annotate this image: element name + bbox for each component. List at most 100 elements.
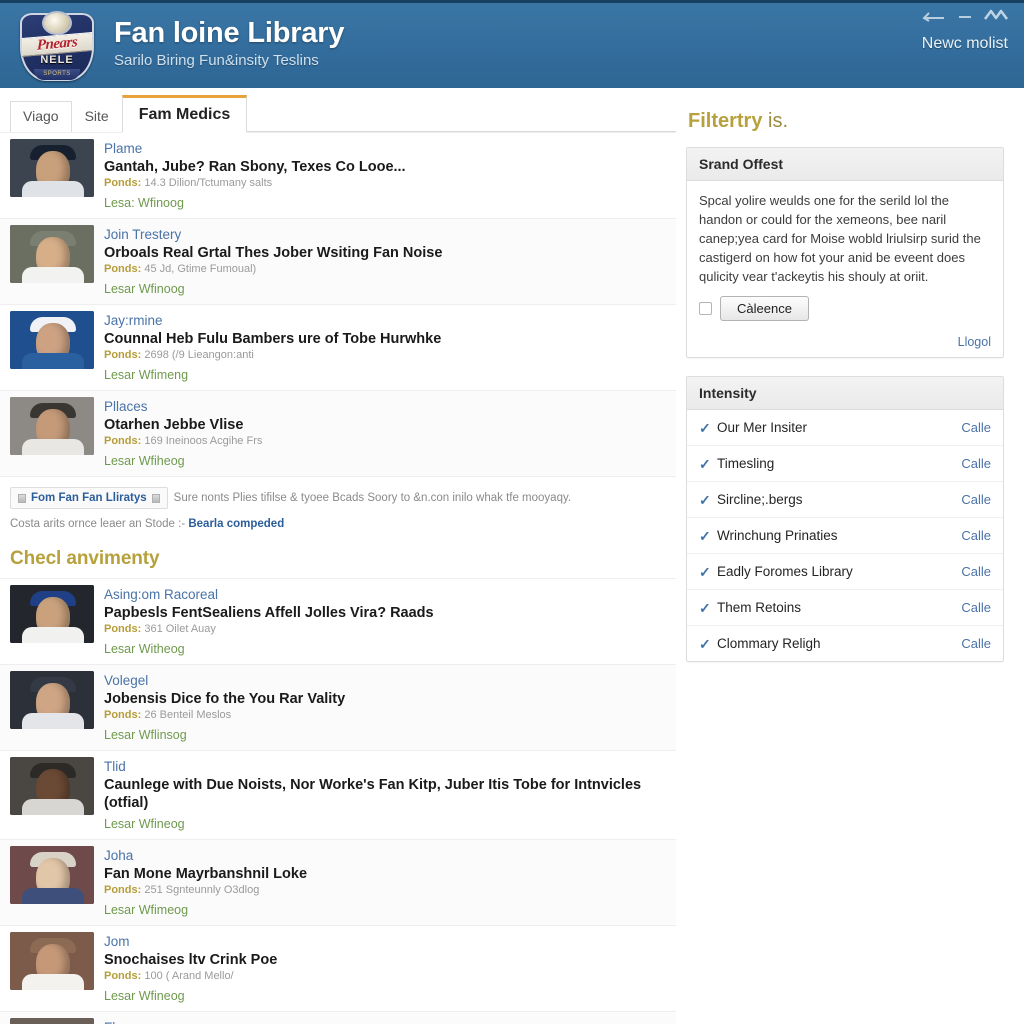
article-meta-key: Ponds: xyxy=(104,709,142,721)
site-logo[interactable]: Pnears NELE SPORTS xyxy=(14,9,100,83)
table-row[interactable]: Jay:rmine Counnal Heb Fulu Bambers ure of… xyxy=(0,305,676,391)
article-meta: Ponds: 26 Benteil Meslos xyxy=(104,708,668,723)
article-title-link[interactable]: Jobensis Dice fo the You Rar Vality xyxy=(104,690,668,708)
table-row[interactable]: Volegel Jobensis Dice fo the You Rar Vali… xyxy=(0,665,676,751)
list-item[interactable]: ✓ Eadly Foromes Library Calle xyxy=(687,554,1003,590)
article-thumbnail[interactable] xyxy=(10,932,94,990)
article-list-primary: Plame Gantah, Jube? Ran Sbony, Texes Co L… xyxy=(0,132,676,477)
article-text-block: Asing:om Racoreal Papbesls FentSealiens A… xyxy=(104,585,668,658)
article-footer-link[interactable]: Lesar Wfinoog xyxy=(104,281,668,298)
article-author-link[interactable]: Join Trestery xyxy=(104,226,668,243)
thumb-body-shape xyxy=(22,627,84,643)
zigzag-icon[interactable] xyxy=(984,9,1008,23)
article-thumbnail[interactable] xyxy=(10,225,94,283)
header-nav-link[interactable]: Newc molist xyxy=(922,35,1008,53)
article-text-block: Plame Gantah, Jube? Ran Sbony, Texes Co L… xyxy=(104,139,668,212)
intensity-item-action[interactable]: Calle xyxy=(961,528,991,543)
sidebar-heading-light: is. xyxy=(768,110,789,132)
tab-fam-medics[interactable]: Fam Medics xyxy=(121,95,248,133)
tab-viago[interactable]: Viago xyxy=(10,101,72,132)
list-item[interactable]: ✓ Sircline;.bergs Calle xyxy=(687,482,1003,518)
offer-panel: Srand Offest Spcal yolire weulds one for… xyxy=(686,147,1004,358)
back-arrow-icon[interactable] xyxy=(922,10,946,22)
article-author-link[interactable]: Pllaces xyxy=(104,398,668,415)
list-item[interactable]: ✓ Our Mer Insiter Calle xyxy=(687,410,1003,446)
table-row[interactable]: Tlid Caunlege with Due Noists, Nor Worke'… xyxy=(0,751,676,840)
offer-panel-title: Srand Offest xyxy=(687,148,1003,181)
table-row[interactable]: Asing:om Racoreal Papbesls FentSealiens A… xyxy=(0,579,676,665)
note-tail-text: Sure nonts Plies tifilse & tyoee Bcads S… xyxy=(173,492,572,504)
article-meta: Ponds: 169 Ineinoos Acgihe Frs xyxy=(104,434,668,449)
table-row[interactable]: Joha Fan Mone Mayrbanshnil Loke Ponds: 251… xyxy=(0,840,676,926)
intensity-item-action[interactable]: Calle xyxy=(961,420,991,435)
note-link[interactable]: Bearla compeded xyxy=(188,518,284,530)
article-thumbnail[interactable] xyxy=(10,846,94,904)
article-title-link[interactable]: Papbesls FentSealiens Affell Jolles Vira… xyxy=(104,604,668,622)
article-thumbnail[interactable] xyxy=(10,397,94,455)
offer-submit-button[interactable]: Càleence xyxy=(720,296,809,321)
intensity-item-action[interactable]: Calle xyxy=(961,492,991,507)
article-footer-link[interactable]: Lesar Wfiheog xyxy=(104,453,668,470)
list-item[interactable]: ✓ Them Retoins Calle xyxy=(687,590,1003,626)
intensity-item-action[interactable]: Calle xyxy=(961,600,991,615)
offer-panel-body: Spcal yolire weulds one for the serild l… xyxy=(687,181,1003,331)
intensity-panel: Intensity ✓ Our Mer Insiter Calle ✓ Timeslin… xyxy=(686,376,1004,662)
article-title-link[interactable]: Caunlege with Due Noists, Nor Worke's Fa… xyxy=(104,776,668,812)
article-thumbnail[interactable] xyxy=(10,671,94,729)
article-author-link[interactable]: Jom xyxy=(104,933,668,950)
article-author-link[interactable]: Joha xyxy=(104,847,668,864)
intensity-item-action[interactable]: Calle xyxy=(961,564,991,579)
offer-checkbox[interactable] xyxy=(699,302,712,315)
check-icon: ✓ xyxy=(699,599,711,616)
article-thumbnail[interactable] xyxy=(10,139,94,197)
article-author-link[interactable]: Asing:om Racoreal xyxy=(104,586,668,603)
table-row[interactable]: Plame Gantah, Jube? Ran Sbony, Texes Co L… xyxy=(0,133,676,219)
page-title: Fan loine Library xyxy=(114,17,345,49)
article-footer-link[interactable]: Lesa: Wfinoog xyxy=(104,195,668,212)
offer-panel-link[interactable]: Llogol xyxy=(958,335,991,349)
intensity-item-label: Them Retoins xyxy=(717,600,802,615)
article-author-link[interactable]: Jay:rmine xyxy=(104,312,668,329)
article-title-link[interactable]: Gantah, Jube? Ran Sbony, Texes Co Looe..… xyxy=(104,158,668,176)
tab-site[interactable]: Site xyxy=(71,101,122,132)
intensity-item-action[interactable]: Calle xyxy=(961,456,991,471)
article-footer-link[interactable]: Lesar Wfimeog xyxy=(104,902,668,919)
intensity-item-list: ✓ Our Mer Insiter Calle ✓ Timesling Calle ✓ Sir… xyxy=(687,410,1003,661)
table-row[interactable]: Pllaces Otarhen Jebbe Vlise Ponds: 169 Ine… xyxy=(0,391,676,477)
app-root: Pnears NELE SPORTS Fan loine Library Sar… xyxy=(0,0,1024,1024)
article-title-link[interactable]: Counnal Heb Fulu Bambers ure of Tobe Hur… xyxy=(104,330,668,348)
article-footer-link[interactable]: Lesar Wfineog xyxy=(104,816,668,833)
table-row[interactable]: Jom Snochaises ltv Crink Poe Ponds: 100 ( … xyxy=(0,926,676,1012)
article-footer-link[interactable]: Lesar Witheog xyxy=(104,641,668,658)
page-tagline: Sarilo Biring Fun&insity Teslins xyxy=(114,52,319,69)
article-author-link[interactable]: Volegel xyxy=(104,672,668,689)
article-footer-link[interactable]: Lesar Wflinsog xyxy=(104,727,668,744)
intensity-item-action[interactable]: Calle xyxy=(961,636,991,651)
article-meta-key: Ponds: xyxy=(104,623,142,635)
article-title-link[interactable]: Snochaises ltv Crink Poe xyxy=(104,951,668,969)
article-title-link[interactable]: Fan Mone Mayrbanshnil Loke xyxy=(104,865,668,883)
article-author-link[interactable]: Plame xyxy=(104,140,668,157)
tab-label: Viago xyxy=(23,108,59,124)
list-item[interactable]: ✓ Wrinchung Prinaties Calle xyxy=(687,518,1003,554)
article-thumbnail[interactable] xyxy=(10,757,94,815)
article-thumbnail[interactable] xyxy=(10,585,94,643)
article-title-link[interactable]: Orboals Real Grtal Thes Jober Wsiting Fa… xyxy=(104,244,668,262)
table-row[interactable]: Join Trestery Orboals Real Grtal Thes Job… xyxy=(0,219,676,305)
article-footer-link[interactable]: Lesar Wfimeng xyxy=(104,367,668,384)
list-item[interactable]: ✓ Timesling Calle xyxy=(687,446,1003,482)
article-meta: Ponds: 14.3 Dilion/Tctumany salts xyxy=(104,176,668,191)
article-meta-key: Ponds: xyxy=(104,263,142,275)
thumb-body-shape xyxy=(22,439,84,455)
article-author-link[interactable]: Tlid xyxy=(104,758,668,775)
minus-icon[interactable] xyxy=(958,10,972,22)
article-thumbnail[interactable] xyxy=(10,311,94,369)
article-title-link[interactable]: Otarhen Jebbe Vlise xyxy=(104,416,668,434)
intensity-item-label: Eadly Foromes Library xyxy=(717,564,853,579)
note-badge[interactable]: Fom Fan Fan Lliratys xyxy=(10,487,168,509)
article-meta: Ponds: 251 Sgnteunnly O3dlog xyxy=(104,883,668,898)
list-item[interactable]: ✓ Clommary Religh Calle xyxy=(687,626,1003,661)
sidebar: Filtertry is. Srand Offest Spcal yolire … xyxy=(676,88,1024,680)
article-text-block: Jay:rmine Counnal Heb Fulu Bambers ure of… xyxy=(104,311,668,384)
thumb-body-shape xyxy=(22,888,84,904)
